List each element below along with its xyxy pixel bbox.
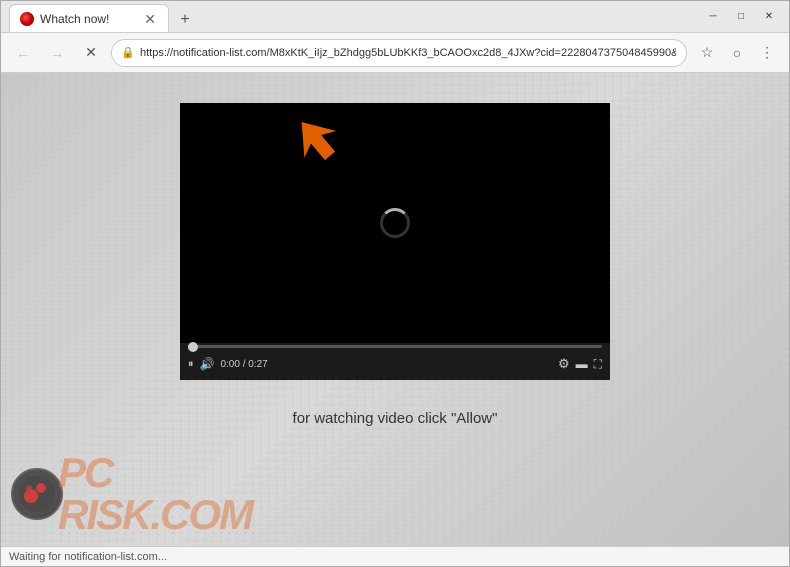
watermark-text: PC risk.com (58, 452, 252, 536)
url-input[interactable] (111, 39, 687, 67)
address-box: 🔒 (111, 39, 687, 67)
progress-handle[interactable] (188, 342, 198, 352)
fullscreen-button[interactable]: ⛶ (594, 357, 602, 372)
time-display: 0:00 / 0:27 (220, 359, 267, 370)
right-controls: ⚙ ▬ ⛶ (558, 356, 602, 372)
address-bar: ← → ✕ 🔒 ☆ ○ ⋮ (1, 33, 789, 73)
watermark-pc: PC (58, 449, 112, 496)
loading-spinner (380, 208, 410, 238)
settings-button[interactable]: ⚙ (558, 356, 570, 372)
play-pause-button[interactable]: ⏸ (188, 358, 194, 371)
title-bar: Whatch now! ✕ + ─ □ ✕ (1, 1, 789, 33)
browser-tab[interactable]: Whatch now! ✕ (9, 4, 169, 32)
watermark-logo (11, 468, 63, 520)
tab-favicon (20, 12, 34, 26)
profile-button[interactable]: ○ (723, 39, 751, 67)
watermark-risk: risk (58, 491, 150, 538)
forward-button[interactable]: → (43, 39, 71, 67)
maximize-button[interactable]: □ (729, 9, 753, 25)
new-tab-button[interactable]: + (173, 8, 197, 32)
status-text: Waiting for notification-list.com... (9, 551, 167, 563)
bookmark-button[interactable]: ☆ (693, 39, 721, 67)
back-button[interactable]: ← (9, 39, 37, 67)
progress-row[interactable] (180, 343, 610, 348)
video-controls: ⏸ 🔊 0:00 / 0:27 ⚙ ▬ ⛶ (180, 348, 610, 380)
content-area: ⏸ 🔊 0:00 / 0:27 ⚙ ▬ ⛶ for watching video… (1, 73, 789, 546)
video-player[interactable]: ⏸ 🔊 0:00 / 0:27 ⚙ ▬ ⛶ (180, 103, 610, 380)
watermark-com: .com (150, 491, 252, 538)
status-bar: Waiting for notification-list.com... (1, 546, 789, 566)
watch-instruction-text: for watching video click "Allow" (293, 410, 498, 427)
volume-button[interactable]: 🔊 (200, 357, 215, 371)
minimize-button[interactable]: ─ (701, 9, 725, 25)
tab-bar: Whatch now! ✕ + (9, 1, 693, 32)
menu-button[interactable]: ⋮ (753, 39, 781, 67)
watermark: PC risk.com (11, 452, 252, 536)
video-screen (180, 103, 610, 343)
close-button[interactable]: ✕ (757, 9, 781, 25)
window-controls: ─ □ ✕ (701, 9, 781, 25)
tab-close-button[interactable]: ✕ (142, 12, 158, 26)
tab-title: Whatch now! (40, 12, 136, 26)
progress-track[interactable] (188, 345, 602, 348)
orange-arrow (290, 113, 340, 163)
address-actions: ☆ ○ ⋮ (693, 39, 781, 67)
reload-button[interactable]: ✕ (77, 39, 105, 67)
theatre-button[interactable]: ▬ (576, 357, 588, 371)
lock-icon: 🔒 (121, 46, 135, 59)
browser-window: Whatch now! ✕ + ─ □ ✕ ← → ✕ 🔒 ☆ ○ ⋮ (0, 0, 790, 567)
